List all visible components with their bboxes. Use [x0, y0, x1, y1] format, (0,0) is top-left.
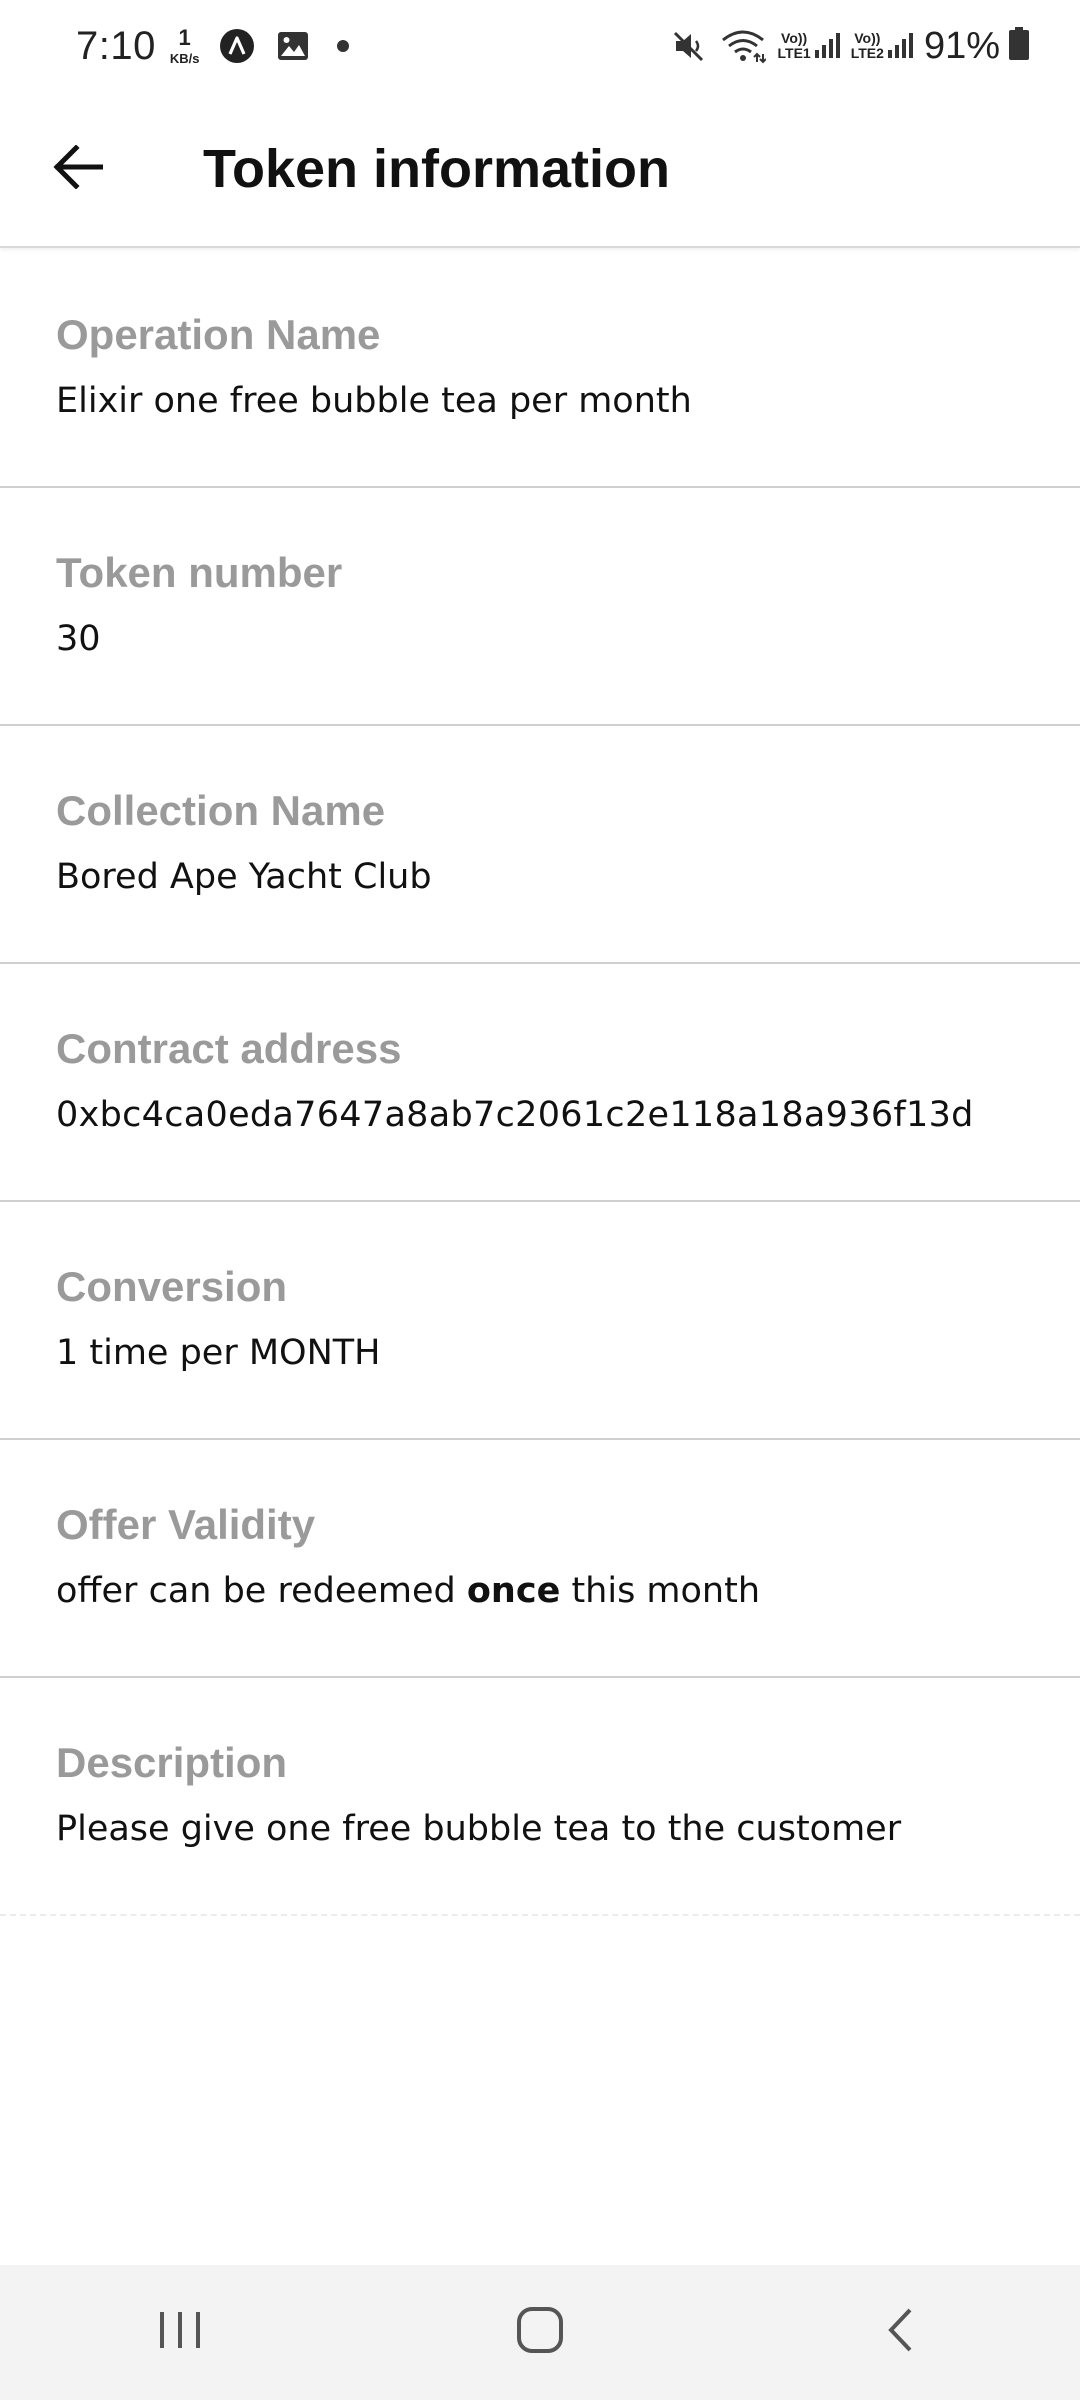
offer-validity-value: offer can be redeemed once this month: [56, 1570, 1024, 1612]
mute-icon: [672, 30, 706, 62]
system-navigation-bar: [0, 2265, 1080, 2400]
info-value: 1 time per MONTH: [56, 1333, 381, 1374]
sim2-lte-label: Vo)) LTE2: [851, 31, 884, 60]
info-item-conversion: Conversion 1 time per MONTH: [0, 1202, 1080, 1440]
status-right: Vo)) LTE1 Vo)) LTE2 91%: [672, 25, 1030, 68]
signal-sim1-icon: [814, 32, 841, 60]
token-info-list: Operation Name Elixir one free bubble te…: [0, 250, 1080, 1916]
info-value: Please give one free bubble tea to the c…: [56, 1809, 902, 1850]
wifi-icon: [720, 28, 766, 64]
battery-percent: 91%: [923, 24, 1000, 67]
contract-address-value: 0xbc4ca0eda7647a8ab7c2061c2e118a18a936f1…: [56, 1095, 974, 1136]
back-button[interactable]: [38, 129, 118, 209]
info-label: Token number: [56, 549, 343, 596]
info-item-description: Description Please give one free bubble …: [0, 1678, 1080, 1916]
offer-validity-text-before: offer can be redeemed: [56, 1571, 467, 1612]
info-value: Elixir one free bubble tea per month: [56, 381, 692, 422]
info-label: Description: [56, 1739, 288, 1786]
info-item-operation-name: Operation Name Elixir one free bubble te…: [0, 250, 1080, 488]
back-icon: [885, 2307, 915, 2358]
status-left: 7:10 1 KB/s: [76, 23, 350, 69]
signal-sim2-icon: [887, 32, 914, 60]
info-label: Contract address: [56, 1025, 402, 1072]
status-bar: 7:10 1 KB/s Vo)) LTE1 Vo)) LTE2 91%: [0, 0, 1080, 92]
recent-apps-button[interactable]: [120, 2283, 240, 2383]
network-speed: 1 KB/s: [169, 25, 200, 66]
sim1-lte-label: Vo)) LTE1: [778, 31, 811, 60]
offer-validity-text-after: this month: [560, 1571, 761, 1612]
notification-dot-icon: [337, 40, 350, 52]
info-item-contract-address: Contract address 0xbc4ca0eda7647a8ab7c20…: [0, 964, 1080, 1202]
page-title: Token information: [203, 139, 670, 199]
info-item-collection-name: Collection Name Bored Ape Yacht Club: [0, 726, 1080, 964]
info-value: Bored Ape Yacht Club: [56, 857, 432, 898]
gallery-icon: [277, 31, 309, 61]
network-speed-value: 1: [178, 25, 191, 50]
info-label: Collection Name: [56, 787, 386, 834]
info-item-offer-validity: Offer Validity offer can be redeemed onc…: [0, 1440, 1080, 1678]
home-icon: [516, 2306, 564, 2359]
recent-apps-icon: [158, 2310, 202, 2355]
sim2-volte: Vo)): [854, 30, 881, 47]
info-label: Offer Validity: [56, 1501, 316, 1548]
app-notification-icon: [219, 28, 255, 64]
info-item-token-number: Token number 30: [0, 488, 1080, 726]
sim1-volte: Vo)): [781, 30, 808, 47]
network-speed-unit: KB/s: [169, 51, 200, 66]
offer-validity-emphasis: once: [466, 1571, 561, 1612]
info-label: Operation Name: [56, 311, 381, 358]
sim1-network: LTE1: [777, 45, 811, 61]
arrow-left-icon: [53, 143, 104, 194]
nav-back-button[interactable]: [840, 2283, 960, 2383]
app-bar: Token information: [0, 92, 1080, 248]
info-label: Conversion: [56, 1263, 288, 1310]
home-button[interactable]: [480, 2283, 600, 2383]
battery-icon: [1008, 26, 1030, 66]
sim2-network: LTE2: [850, 45, 884, 61]
status-time: 7:10: [76, 23, 156, 68]
info-value: 30: [56, 619, 101, 660]
